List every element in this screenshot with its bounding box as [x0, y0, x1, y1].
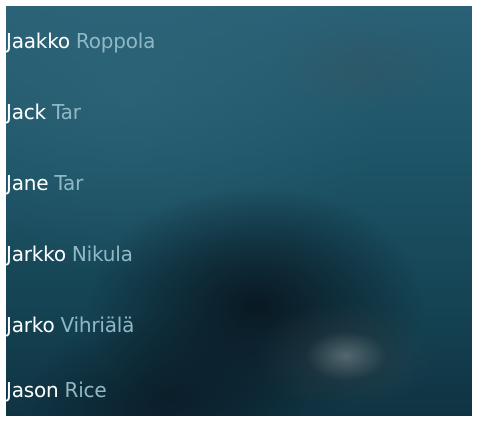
contact-first-name: Jane: [6, 171, 49, 195]
contact-first-name: Jarkko: [6, 242, 66, 266]
contact-first-name: Jarko: [6, 313, 55, 337]
contact-item-jason-rice[interactable]: Jason Rice: [6, 366, 472, 414]
contact-first-name: Jason: [6, 378, 59, 402]
contact-last-name: Nikula: [71, 242, 133, 266]
contact-last-name: Roppola: [75, 29, 156, 53]
contact-item-jaakko-roppola[interactable]: Jaakko Roppola: [6, 17, 472, 65]
contact-item-jarkko-nikula[interactable]: Jarkko Nikula: [6, 230, 472, 278]
contact-first-name: Jack: [6, 100, 46, 124]
contact-last-name: Vihriälä: [60, 313, 135, 337]
contacts-screen: Jaakko Roppola Jack Tar Jane Tar Jarkko …: [6, 6, 472, 416]
contact-last-name: Tar: [54, 171, 84, 195]
contact-item-jarko-vihriala[interactable]: Jarko Vihriälä: [6, 301, 472, 349]
contact-last-name: Tar: [51, 100, 81, 124]
contact-item-jack-tar[interactable]: Jack Tar: [6, 88, 472, 136]
contact-first-name: Jaakko: [6, 29, 70, 53]
contact-last-name: Rice: [64, 378, 107, 402]
contact-item-jane-tar[interactable]: Jane Tar: [6, 159, 472, 207]
